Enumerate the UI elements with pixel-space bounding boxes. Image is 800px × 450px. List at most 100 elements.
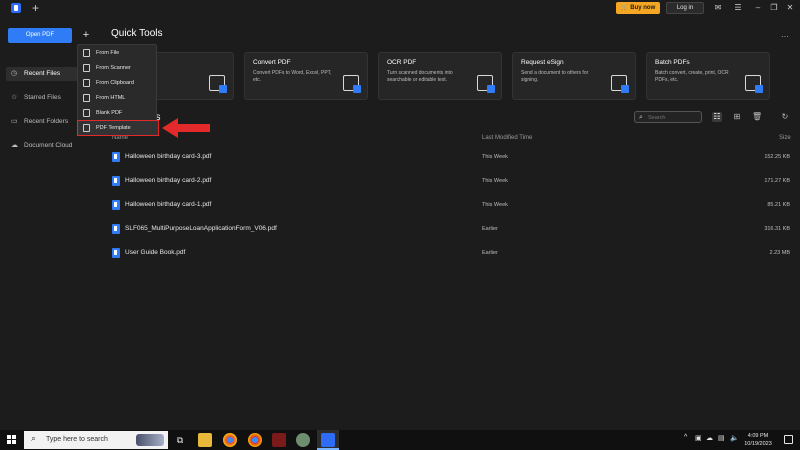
onedrive-icon[interactable]: ☁ [706, 434, 713, 442]
menu-item-pdf-template[interactable]: PDF Template [77, 120, 159, 136]
file-row[interactable]: Halloween birthday card-2.pdf This Week … [110, 174, 790, 188]
meet-icon[interactable]: ▣ [695, 434, 702, 442]
folder-icon: ▭ [11, 118, 18, 125]
file-modified: Earlier [482, 226, 498, 232]
card-title: Batch PDFs [655, 59, 690, 66]
chrome-profile-icon[interactable] [248, 433, 262, 447]
pdf-file-icon [112, 152, 120, 162]
file-row[interactable]: User Guide Book.pdf Earlier 2.23 MB [110, 246, 790, 260]
file-search-input[interactable] [648, 113, 698, 122]
ocr-scan-icon [477, 75, 495, 93]
grid-view-icon[interactable]: ⊞ [732, 112, 742, 122]
menu-icon[interactable]: ☰ [732, 2, 744, 14]
menu-item-label: From Scanner [96, 65, 131, 71]
menu-item-label: Blank PDF [96, 110, 123, 116]
app-icon-red[interactable] [272, 433, 286, 447]
create-pdf-menu: From File From Scanner From Clipboard Fr… [77, 44, 159, 136]
column-header-modified[interactable]: Last Modified Time [482, 135, 532, 141]
file-name: Halloween birthday card-2.pdf [125, 177, 212, 184]
column-header-name[interactable]: Name [112, 135, 128, 141]
file-name: SLF065_MultiPurposeLoanApplicationForm_V… [125, 225, 277, 232]
file-icon [83, 49, 90, 57]
card-title: Request eSign [521, 59, 564, 66]
search-icon: ⌕ [31, 433, 37, 443]
menu-item-from-scanner[interactable]: From Scanner [78, 61, 158, 75]
sidebar-item-label: Recent Files [24, 70, 61, 77]
file-name: User Guide Book.pdf [125, 249, 186, 256]
title-bar: + 🛒 Buy now Log in ✉ ☰ – ❐ ✕ [0, 0, 800, 16]
edit-icon [209, 75, 227, 93]
task-view-icon[interactable]: ⧉ [173, 433, 187, 447]
refresh-icon[interactable]: ↻ [780, 112, 790, 122]
quick-tools-title: Quick Tools [111, 28, 163, 39]
file-size: 152.25 KB [764, 154, 790, 160]
file-search-box[interactable]: ⌕ [634, 111, 702, 123]
signature-icon [611, 75, 629, 93]
maximize-icon[interactable]: ❐ [768, 2, 780, 14]
taskbar-active-app[interactable] [317, 430, 339, 450]
main-content: Quick Tools ··· images in a file. Conver… [100, 16, 800, 430]
menu-item-from-file[interactable]: From File [78, 46, 158, 60]
create-pdf-button[interactable]: + [80, 28, 92, 43]
file-size: 171.27 KB [764, 178, 790, 184]
file-size: 2.23 MB [769, 250, 790, 256]
sidebar-item-document-cloud[interactable]: ☁ Document Cloud [6, 139, 94, 153]
taskbar-clock[interactable]: 4:09 PM 10/19/2023 [743, 432, 773, 448]
file-size: 316.31 KB [764, 226, 790, 232]
login-button[interactable]: Log in [666, 2, 704, 14]
menu-item-from-html[interactable]: From HTML [78, 91, 158, 105]
clock-time: 4:09 PM [747, 433, 769, 439]
menu-item-label: PDF Template [96, 125, 131, 131]
sidebar-item-label: Recent Folders [24, 118, 69, 125]
menu-item-label: From HTML [96, 95, 126, 101]
search-icon: ⌕ [639, 114, 643, 121]
pdf-file-icon [112, 224, 120, 234]
chrome-icon[interactable] [223, 433, 237, 447]
minimize-icon[interactable]: – [752, 2, 764, 14]
file-row[interactable]: Halloween birthday card-3.pdf This Week … [110, 150, 790, 164]
notification-icon[interactable] [784, 435, 793, 444]
tool-card-convert-pdf[interactable]: Convert PDF Convert PDFs to Word, Excel,… [244, 52, 368, 100]
file-name: Halloween birthday card-1.pdf [125, 201, 212, 208]
close-icon[interactable]: ✕ [784, 2, 796, 14]
column-header-size[interactable]: Size [779, 135, 791, 141]
menu-item-from-clipboard[interactable]: From Clipboard [78, 76, 158, 90]
open-pdf-button[interactable]: Open PDF [8, 28, 72, 43]
convert-icon [343, 75, 361, 93]
pdfelement-icon [321, 433, 335, 447]
windows-taskbar: ⌕ Type here to search ⧉ ^ ▣ ☁ ▤ 🔈 4:09 P… [0, 430, 800, 450]
network-icon[interactable]: ▤ [718, 434, 725, 442]
file-row[interactable]: Halloween birthday card-1.pdf This Week … [110, 198, 790, 212]
new-tab-button[interactable]: + [32, 0, 39, 16]
trash-icon[interactable]: 🗑 [752, 112, 762, 122]
menu-item-blank-pdf[interactable]: Blank PDF [78, 106, 158, 120]
tool-card-batch-pdfs[interactable]: Batch PDFs Batch convert, create, print,… [646, 52, 770, 100]
card-desc: Send a document to others for signing. [521, 70, 589, 83]
red-arrow-annotation [162, 118, 210, 138]
file-explorer-icon[interactable] [198, 433, 212, 447]
pdf-file-icon [112, 200, 120, 210]
feedback-icon[interactable]: ✉ [712, 2, 724, 14]
volume-icon[interactable]: 🔈 [730, 434, 739, 442]
html-icon [83, 94, 90, 102]
chevron-up-icon[interactable]: ^ [684, 434, 687, 441]
tool-card-request-esign[interactable]: Request eSign Send a document to others … [512, 52, 636, 100]
buy-now-button[interactable]: 🛒 Buy now [616, 2, 660, 14]
file-row[interactable]: SLF065_MultiPurposeLoanApplicationForm_V… [110, 222, 790, 236]
tool-card-ocr-pdf[interactable]: OCR PDF Turn scanned documents into sear… [378, 52, 502, 100]
file-modified: This Week [482, 202, 508, 208]
more-options-icon[interactable]: ··· [781, 32, 789, 41]
star-icon: ☆ [11, 94, 18, 101]
file-modified: This Week [482, 154, 508, 160]
menu-item-label: From Clipboard [96, 80, 134, 86]
card-title: Convert PDF [253, 59, 291, 66]
list-view-icon[interactable]: ☷ [712, 112, 722, 122]
app-window: + 🛒 Buy now Log in ✉ ☰ – ❐ ✕ Open PDF + ◷… [0, 0, 800, 430]
pdf-file-icon [112, 176, 120, 186]
cart-icon: 🛒 [620, 5, 629, 11]
taskbar-search-box[interactable]: ⌕ Type here to search [24, 431, 168, 449]
windows-start-icon[interactable] [7, 435, 17, 445]
batch-icon [745, 75, 763, 93]
menu-item-label: From File [96, 50, 120, 56]
app-icon-green[interactable] [296, 433, 310, 447]
